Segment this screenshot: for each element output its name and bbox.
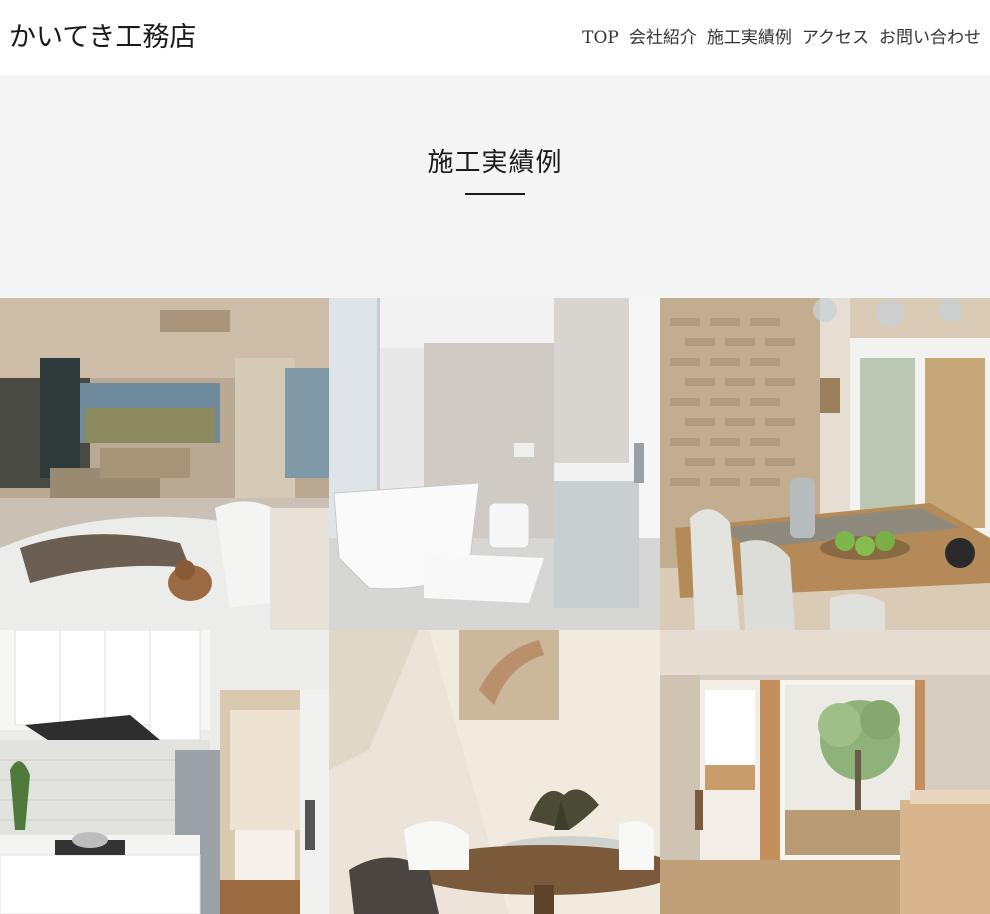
bathroom-image: [329, 298, 660, 630]
nav-item-access[interactable]: アクセス: [802, 24, 869, 52]
nav-item-works[interactable]: 施工実績例: [707, 24, 792, 52]
main-nav: TOP 会社紹介 施工実績例 アクセス お問い合わせ: [582, 24, 981, 52]
kitchen-image: [0, 630, 329, 914]
dining-room-image: [660, 298, 990, 630]
works-gallery: [0, 298, 990, 914]
dining-table-image: [329, 630, 660, 914]
nav-item-top[interactable]: TOP: [582, 24, 619, 52]
gallery-photo-dining-room[interactable]: [660, 298, 990, 630]
nav-item-contact[interactable]: お問い合わせ: [879, 24, 981, 52]
gallery-photo-bathroom[interactable]: [329, 298, 660, 630]
courtyard-image: [660, 630, 990, 914]
gallery-photo-living-room[interactable]: [0, 298, 329, 630]
page-title: 施工実績例: [427, 148, 563, 178]
gallery-photo-kitchen[interactable]: [0, 630, 329, 914]
site-header: かいてき工務店 TOP 会社紹介 施工実績例 アクセス お問い合わせ: [0, 0, 990, 75]
gallery-photo-courtyard[interactable]: [660, 630, 990, 914]
site-logo[interactable]: かいてき工務店: [9, 18, 196, 58]
gallery-photo-dining-table[interactable]: [329, 630, 660, 914]
nav-item-company[interactable]: 会社紹介: [629, 24, 697, 52]
title-underline: [465, 193, 525, 195]
living-room-image: [0, 298, 329, 630]
page-hero: 施工実績例: [0, 75, 990, 298]
